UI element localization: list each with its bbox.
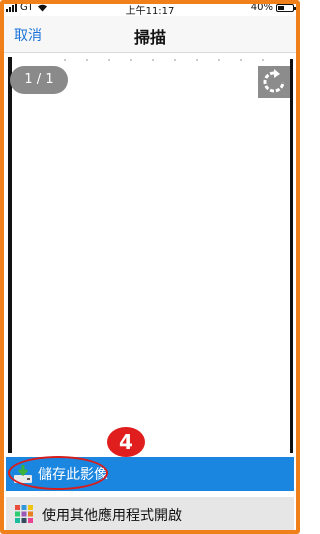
highlight-oval xyxy=(8,456,108,490)
status-bar: GT 上午11:17 40% xyxy=(4,2,296,17)
scan-preview: 1 / 1 xyxy=(4,53,296,453)
open-with-other-app-button[interactable]: 使用其他應用程式開啟 xyxy=(6,497,294,531)
battery-icon xyxy=(276,3,296,12)
rotate-button[interactable] xyxy=(258,66,290,98)
scan-artifacts xyxy=(64,59,266,61)
navigation-bar: 取消 掃描 xyxy=(4,16,296,53)
rotate-icon xyxy=(263,69,285,93)
page-title: 掃描 xyxy=(133,28,166,47)
page-indicator: 1 / 1 xyxy=(10,66,68,94)
apps-grid-icon xyxy=(15,505,33,523)
status-right: 40% xyxy=(250,2,296,13)
battery-percent: 40% xyxy=(250,2,273,13)
step-number-badge: 4 xyxy=(105,425,147,459)
open-with-label: 使用其他應用程式開啟 xyxy=(42,508,182,524)
scan-edge-right xyxy=(290,59,293,453)
scan-edge-left xyxy=(8,57,12,453)
